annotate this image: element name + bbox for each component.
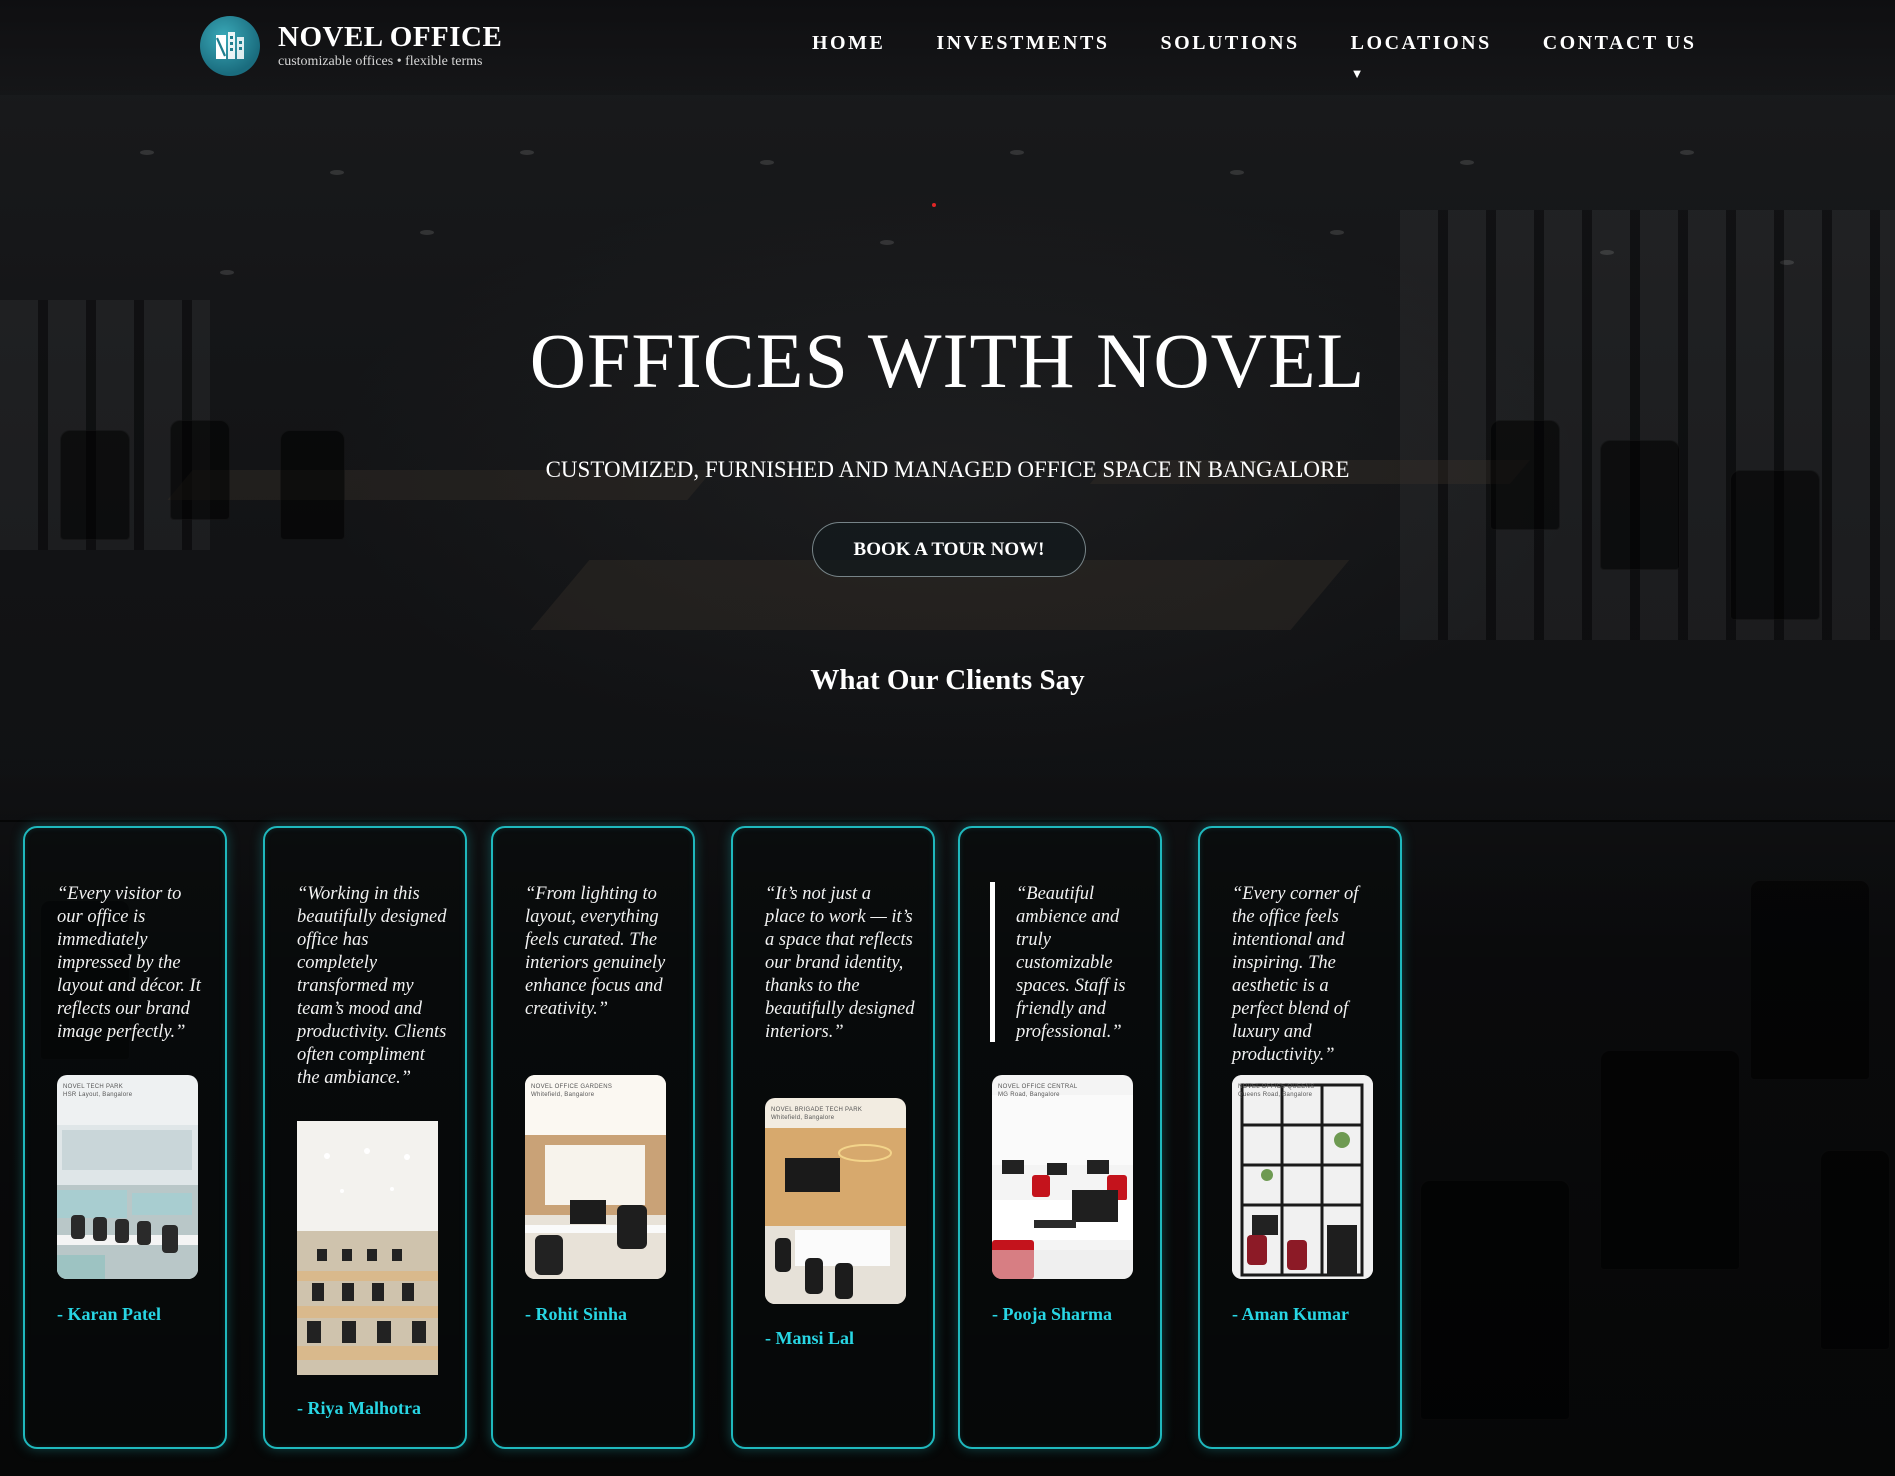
testimonial-author: - Karan Patel [57,1304,161,1324]
brand-logo-link[interactable]: NOVEL OFFICE customizable offices • flex… [200,16,502,76]
chair-decor [60,430,130,540]
testimonials-heading: What Our Clients Say [810,664,1085,696]
book-tour-button[interactable]: BOOK A TOUR NOW! [812,522,1086,577]
office-photo: NOVEL BRIGADE TECH PARK Whitefield, Bang… [765,1098,906,1304]
testimonial-card: “Beautiful ambience and truly customizab… [958,826,1162,1449]
site-header: NOVEL OFFICE customizable offices • flex… [0,0,1895,95]
office-photo [297,1121,438,1375]
caret-down-icon[interactable]: ▼ [1351,66,1365,82]
ceiling-light-decor [1680,150,1694,155]
office-photo: NOVEL OFFICE QUEENS Queens Road, Bangalo… [1232,1075,1373,1279]
ceiling-light-decor [1460,160,1474,165]
testimonial-quote: “Beautiful ambience and truly customizab… [1016,884,1126,1042]
nav-investments[interactable]: INVESTMENTS [936,32,1109,55]
main-nav: HOME INVESTMENTS SOLUTIONS LOCATIONS ▼ C… [812,32,1697,81]
testimonial-author: - Mansi Lal [765,1328,855,1348]
ceiling-light-decor [140,150,154,155]
section-divider [0,820,1895,822]
photo-caption: NOVEL TECH PARK HSR Layout, Bangalore [63,1084,133,1098]
brand-name: NOVEL OFFICE [278,21,503,53]
testimonial-quote: “Working in this beautifully designed of… [297,884,447,1088]
chair-decor [280,430,345,540]
testimonial-quote: “It’s not just a place to work — it’s a … [765,884,915,1042]
testimonial-card: “From lighting to layout, everything fee… [491,826,695,1449]
testimonial-card: “Every corner of the office feels intent… [1198,826,1402,1449]
office-photo: NOVEL TECH PARK HSR Layout, Bangalore [57,1075,198,1279]
testimonial-card: “It’s not just a place to work — it’s a … [731,826,935,1449]
ceiling-light-decor [420,230,434,235]
ceiling-light-decor [760,160,774,165]
office-photo: NOVEL OFFICE GARDENS Whitefield, Bangalo… [525,1075,666,1279]
hero-title: OFFICES WITH NOVEL [529,317,1366,404]
nav-home[interactable]: HOME [812,32,885,55]
brand-tagline: customizable offices • flexible terms [278,54,483,69]
ceiling-light-decor [330,170,344,175]
testimonial-author: - Pooja Sharma [992,1304,1112,1324]
chair-decor [1730,470,1820,620]
nav-locations-label: LOCATIONS [1350,32,1492,54]
window-decor [1400,210,1895,640]
ceiling-light-decor [1330,230,1344,235]
decorative-dot [932,203,936,207]
ceiling-light-decor [520,150,534,155]
testimonial-quote: “From lighting to layout, everything fee… [525,884,666,1019]
photo-caption: NOVEL OFFICE QUEENS Queens Road, Bangalo… [1238,1084,1315,1098]
nav-locations[interactable]: LOCATIONS ▼ [1350,32,1492,81]
quote-accent-bar [990,882,995,1042]
ceiling-light-decor [1230,170,1244,175]
office-photo: NOVEL OFFICE CENTRAL MG Road, Bangalore [992,1075,1133,1279]
testimonial-card: “Every visitor to our office is immediat… [23,826,227,1449]
building-logo-icon [200,16,260,76]
hero-subtitle: CUSTOMIZED, FURNISHED AND MANAGED OFFICE… [545,457,1350,482]
photo-caption: NOVEL BRIGADE TECH PARK Whitefield, Bang… [771,1107,863,1121]
nav-solutions[interactable]: SOLUTIONS [1160,32,1299,55]
testimonial-quote: “Every corner of the office feels intent… [1232,884,1359,1065]
photo-caption: NOVEL OFFICE CENTRAL MG Road, Bangalore [998,1084,1078,1098]
testimonial-author: - Riya Malhotra [297,1398,421,1418]
ceiling-light-decor [1010,150,1024,155]
testimonial-author: - Aman Kumar [1232,1304,1349,1324]
testimonial-quote: “Every visitor to our office is immediat… [57,884,201,1042]
nav-contact-us[interactable]: CONTACT US [1543,32,1697,55]
ceiling-light-decor [220,270,234,275]
testimonial-author: - Rohit Sinha [525,1304,628,1324]
photo-caption: NOVEL OFFICE GARDENS Whitefield, Bangalo… [531,1084,613,1098]
ceiling-light-decor [880,240,894,245]
testimonial-card: “Working in this beautifully designed of… [263,826,467,1449]
